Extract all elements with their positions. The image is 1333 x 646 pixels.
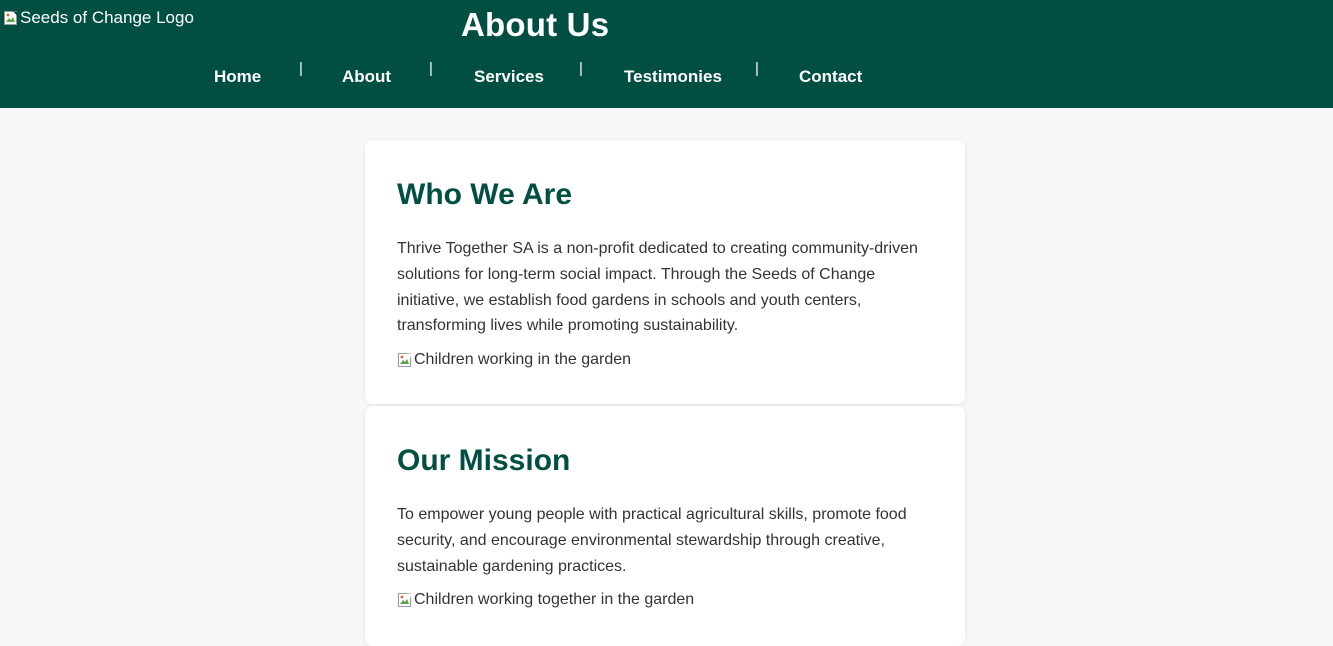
nav-link-testimonies[interactable]: Testimonies bbox=[624, 67, 722, 87]
nav-separator: | bbox=[755, 60, 759, 77]
nav-link-services[interactable]: Services bbox=[474, 67, 544, 87]
site-logo[interactable]: Seeds of Change Logo bbox=[3, 8, 194, 28]
page-title: About Us bbox=[461, 6, 610, 43]
nav-link-about[interactable]: About bbox=[342, 67, 391, 87]
site-logo-alt-text: Seeds of Change Logo bbox=[20, 8, 194, 27]
nav-link-home[interactable]: Home bbox=[214, 67, 261, 87]
nav-link-contact[interactable]: Contact bbox=[799, 67, 862, 87]
nav-separator: | bbox=[299, 60, 303, 77]
broken-image-icon bbox=[397, 592, 413, 608]
section-body: To empower young people with practical a… bbox=[397, 506, 907, 575]
section-body: Thrive Together SA is a non-profit dedic… bbox=[397, 240, 918, 335]
site-header: Seeds of Change Logo About Us Home | Abo… bbox=[0, 0, 1333, 108]
image-alt-text: Children working in the garden bbox=[414, 351, 632, 369]
broken-image-icon bbox=[3, 10, 19, 26]
section-image: Children working together in the garden bbox=[397, 591, 933, 609]
nav-separator: | bbox=[579, 60, 583, 77]
section-heading: Our Mission bbox=[397, 444, 571, 477]
our-mission-card: Our Mission To empower young people with… bbox=[365, 406, 965, 646]
broken-image-icon bbox=[397, 352, 413, 368]
who-we-are-card: Who We Are Thrive Together SA is a non-p… bbox=[365, 140, 965, 404]
section-heading: Who We Are bbox=[397, 178, 573, 211]
section-image: Children working in the garden bbox=[397, 351, 933, 369]
image-alt-text: Children working together in the garden bbox=[414, 591, 695, 609]
nav-separator: | bbox=[429, 60, 433, 77]
